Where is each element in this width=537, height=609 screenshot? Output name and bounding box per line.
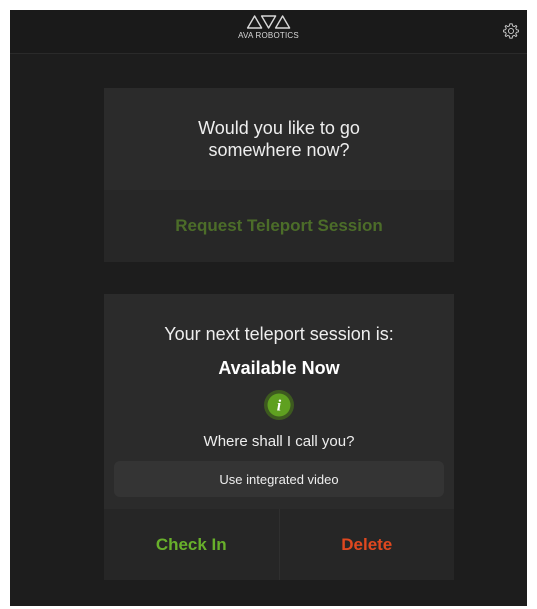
info-icon[interactable]: i <box>263 389 295 421</box>
next-session-value: Available Now <box>218 358 340 378</box>
call-location-label: Where shall I call you? <box>203 433 355 450</box>
logo-triangles-icon <box>246 15 291 29</box>
gear-icon[interactable] <box>502 22 520 40</box>
next-session-label: Your next teleport session is: <box>164 324 394 344</box>
svg-text:i: i <box>277 398 282 415</box>
go-somewhere-prompt: Would you like to go somewhere now? <box>198 118 360 160</box>
top-bar: AVA ROBOTICS <box>10 10 527 54</box>
check-in-button[interactable]: Check In <box>104 509 280 580</box>
request-teleport-session-button[interactable]: Request Teleport Session <box>104 190 454 262</box>
request-card: Would you like to go somewhere now? Requ… <box>104 88 454 262</box>
app-window: AVA ROBOTICS Would you like to go somewh… <box>10 10 527 606</box>
call-method-select[interactable]: Use integrated video <box>114 461 444 497</box>
logo-text: AVA ROBOTICS <box>238 31 299 40</box>
session-card: Your next teleport session is: Available… <box>104 294 454 580</box>
ava-robotics-logo: AVA ROBOTICS <box>238 14 299 40</box>
session-actions: Check In Delete <box>104 509 454 580</box>
delete-button[interactable]: Delete <box>279 509 454 580</box>
